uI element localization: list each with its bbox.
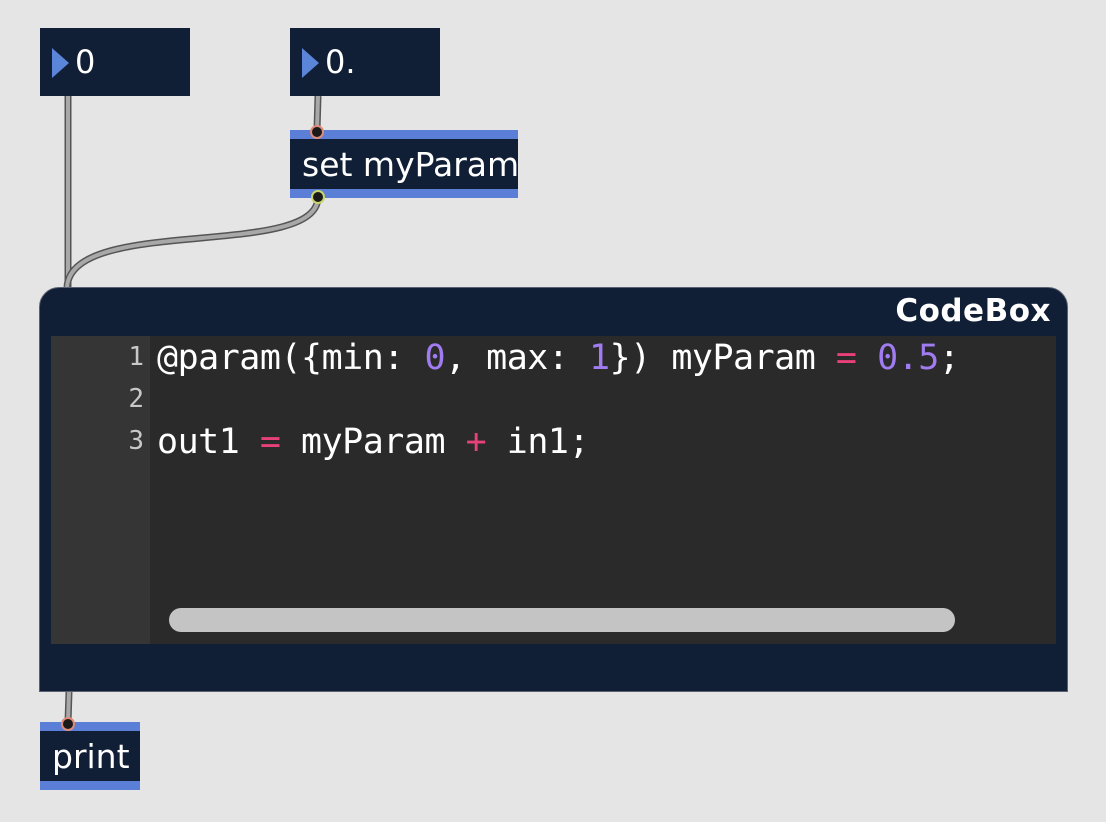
- horizontal-scrollbar[interactable]: [169, 608, 955, 632]
- message-outlet[interactable]: [311, 190, 325, 204]
- code-token: =: [259, 422, 281, 462]
- line-number-gutter: 1 2 3: [51, 336, 150, 644]
- code-line: @param({min: 0, max: 1}) myParam = 0.5;: [157, 338, 960, 378]
- triangle-icon: [52, 48, 69, 78]
- code-line: out1 = myParam + in1;: [157, 422, 590, 462]
- number-box-int[interactable]: 0: [40, 28, 190, 96]
- print-object-label: print: [52, 737, 130, 776]
- code-token: 1: [589, 338, 610, 378]
- code-token: out1: [157, 422, 260, 462]
- number-box-float-value: 0.: [325, 43, 356, 81]
- print-inlet[interactable]: [61, 717, 75, 731]
- code-token: 0: [424, 338, 446, 378]
- code-token: , max:: [445, 338, 590, 378]
- code-token: +: [465, 422, 487, 462]
- code-token: myParam: [280, 422, 466, 462]
- codebox-title: CodeBox: [895, 293, 1051, 329]
- number-box-float[interactable]: 0.: [290, 28, 440, 96]
- print-object[interactable]: print: [40, 722, 140, 790]
- message-inlet[interactable]: [310, 125, 324, 139]
- message-set-myparam-label: set myParam: [302, 145, 520, 184]
- code-token: in1;: [486, 422, 590, 462]
- code-token: 0.5: [877, 338, 939, 378]
- code-token: =: [835, 338, 857, 378]
- triangle-icon: [302, 48, 319, 78]
- code-token: @param({min:: [157, 338, 425, 378]
- code-token: ;: [938, 338, 960, 378]
- message-set-myparam[interactable]: set myParam: [290, 130, 520, 198]
- codebox[interactable]: CodeBox 123 @param({min: 0, max: 1}) myP…: [39, 287, 1068, 692]
- number-box-int-value: 0: [75, 43, 96, 81]
- code-editor[interactable]: 123 @param({min: 0, max: 1}) myParam = 0…: [51, 336, 1056, 644]
- cord-message-to-codebox[interactable]: [63, 196, 322, 288]
- code-token: }) myParam: [609, 338, 836, 378]
- line-number: 2: [128, 384, 144, 414]
- line-number: 1: [128, 342, 144, 372]
- line-number: 3: [128, 426, 144, 456]
